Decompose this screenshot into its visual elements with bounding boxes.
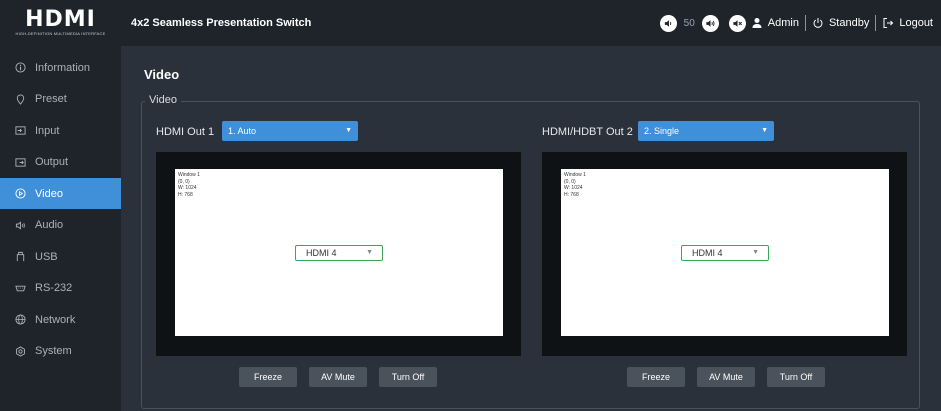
power-icon [813, 18, 823, 28]
output-2-av-mute-button[interactable]: AV Mute [697, 367, 755, 387]
pin-icon [15, 93, 35, 105]
output-1-label: HDMI Out 1 [156, 126, 215, 138]
info-icon [15, 62, 35, 73]
window-info: Window 1 (0, 0) W: 1024 H: 768 [178, 172, 200, 198]
window-info: Window 1 (0, 0) W: 1024 H: 768 [564, 172, 586, 198]
sidebar-item-label: Output [35, 156, 69, 168]
logout-button[interactable]: Logout [882, 17, 933, 29]
sidebar-item-label: System [35, 345, 72, 357]
source-value: HDMI 4 [692, 248, 723, 258]
sidebar-item-audio[interactable]: Audio [0, 210, 121, 241]
sidebar-item-network[interactable]: Network [0, 304, 121, 335]
sidebar-item-label: Information [35, 61, 91, 74]
sidebar: HDMI HIGH-DEFINITION MULTIMEDIA INTERFAC… [0, 0, 121, 411]
app-title: 4x2 Seamless Presentation Switch [131, 17, 312, 29]
output-1-mode-select[interactable]: 1. Auto ▼ [222, 121, 358, 141]
chevron-down-icon: ▼ [345, 127, 352, 134]
header-bar: 4x2 Seamless Presentation Switch 50 Admi… [121, 0, 941, 46]
user-menu[interactable]: Admin [751, 17, 799, 29]
output-1-freeze-button[interactable]: Freeze [239, 367, 297, 387]
settings-icon [15, 345, 35, 357]
sidebar-item-output[interactable]: Output [0, 147, 121, 178]
input-icon [15, 125, 35, 136]
sidebar-item-usb[interactable]: USB [0, 241, 121, 272]
output-2-mode-select[interactable]: 2. Single ▼ [638, 121, 774, 141]
sidebar-nav: Information Preset Input Output Video Au… [0, 52, 121, 367]
video-icon [15, 188, 35, 199]
output-2-mode-value: 2. Single [644, 126, 680, 136]
output-1-source-select[interactable]: HDMI 4 ▼ [295, 245, 383, 261]
sidebar-item-rs232[interactable]: RS-232 [0, 273, 121, 304]
divider [875, 15, 877, 31]
window-height: H: 768 [564, 191, 579, 198]
chevron-down-icon: ▼ [761, 127, 768, 134]
window-name: Window 1 [178, 172, 200, 178]
chevron-down-icon: ▼ [366, 249, 373, 256]
sidebar-item-label: USB [35, 250, 58, 263]
sidebar-item-label: Network [35, 313, 76, 326]
user-icon [752, 18, 762, 28]
mute-button[interactable] [728, 14, 746, 32]
output-1-turn-off-button[interactable]: Turn Off [379, 367, 437, 387]
hdmi-logo: HDMI HIGH-DEFINITION MULTIMEDIA INTERFAC… [0, 0, 121, 46]
source-value: HDMI 4 [306, 248, 337, 258]
output-2-window[interactable]: Window 1 (0, 0) W: 1024 H: 768 HDMI 4 ▼ [561, 169, 889, 336]
sidebar-item-input[interactable]: Input [0, 115, 121, 146]
sidebar-item-video[interactable]: Video [0, 178, 121, 209]
sidebar-item-preset[interactable]: Preset [0, 84, 121, 115]
page-title: Video [144, 67, 180, 82]
logo-text: HDMI [25, 7, 96, 32]
divider [804, 15, 806, 31]
window-height: H: 768 [178, 191, 193, 198]
window-name: Window 1 [564, 172, 586, 178]
window-width: W: 1024 [564, 185, 583, 191]
serial-icon [15, 283, 35, 294]
logout-icon [883, 18, 894, 28]
sidebar-item-information[interactable]: Information [0, 52, 121, 83]
chevron-down-icon: ▼ [752, 249, 759, 256]
usb-icon [15, 251, 35, 262]
volume-up-icon [706, 19, 715, 27]
sidebar-item-label: Input [35, 124, 60, 137]
header-controls: 50 Admin Standby Logout [655, 14, 933, 32]
output-1-preview: Window 1 (0, 0) W: 1024 H: 768 HDMI 4 ▼ [156, 152, 521, 356]
mute-icon [733, 19, 742, 27]
output-1-mode-value: 1. Auto [228, 126, 257, 136]
output-2-turn-off-button[interactable]: Turn Off [767, 367, 825, 387]
section-legend: Video [145, 94, 181, 106]
sidebar-item-label: RS-232 [35, 282, 73, 294]
standby-label: Standby [828, 17, 870, 29]
sidebar-item-label: Audio [35, 219, 64, 231]
sidebar-item-system[interactable]: System [0, 336, 121, 367]
output-2-preview: Window 1 (0, 0) W: 1024 H: 768 HDMI 4 ▼ [542, 152, 907, 356]
sidebar-item-label: Preset [35, 93, 67, 105]
output-1-window[interactable]: Window 1 (0, 0) W: 1024 H: 768 HDMI 4 ▼ [175, 169, 503, 336]
output-icon [15, 157, 35, 168]
user-name: Admin [767, 17, 799, 29]
volume-down-button[interactable] [659, 14, 677, 32]
output-2-label: HDMI/HDBT Out 2 [542, 126, 633, 138]
window-width: W: 1024 [178, 185, 197, 191]
volume-value: 50 [683, 17, 695, 29]
logo-subtext: HIGH-DEFINITION MULTIMEDIA INTERFACE [15, 31, 106, 36]
output-1-av-mute-button[interactable]: AV Mute [309, 367, 367, 387]
logout-label: Logout [899, 17, 933, 29]
standby-button[interactable]: Standby [812, 17, 869, 29]
volume-down-icon [664, 19, 671, 27]
output-2-source-select[interactable]: HDMI 4 ▼ [681, 245, 769, 261]
globe-icon [15, 314, 35, 325]
sidebar-item-label: Video [35, 187, 63, 200]
output-2-freeze-button[interactable]: Freeze [627, 367, 685, 387]
speaker-icon [15, 220, 35, 231]
volume-up-button[interactable] [701, 14, 719, 32]
